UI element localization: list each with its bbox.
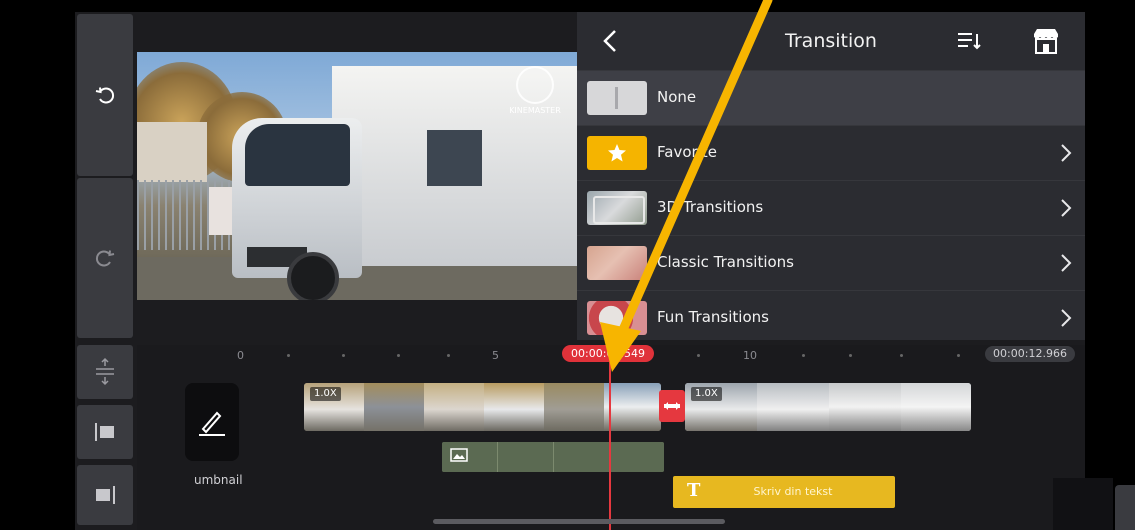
annotation-arrow bbox=[600, 0, 773, 372]
